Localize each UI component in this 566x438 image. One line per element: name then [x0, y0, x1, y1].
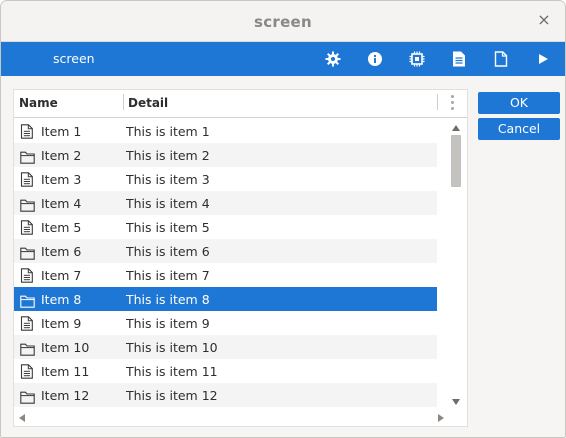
list-item[interactable]: Item 10 This is item 10	[14, 335, 437, 359]
gear-icon	[325, 51, 341, 67]
scrollbar-thumb[interactable]	[451, 135, 461, 187]
item-name: Item 4	[41, 196, 82, 211]
item-name: Item 7	[41, 268, 82, 283]
column-menu-icon[interactable]	[451, 95, 455, 111]
settings-button[interactable]	[323, 49, 343, 69]
scroll-down-icon[interactable]	[452, 399, 460, 405]
item-name: Item 10	[41, 340, 90, 355]
file-icon	[494, 51, 508, 67]
toolbar: screen	[1, 42, 565, 76]
item-name: Item 9	[41, 316, 82, 331]
list-item[interactable]: Item 6 This is item 6	[14, 239, 437, 263]
item-detail: This is item 12	[126, 388, 218, 403]
document-icon	[20, 172, 34, 187]
list-item[interactable]: Item 9 This is item 9	[14, 311, 437, 335]
scroll-right-icon[interactable]	[438, 414, 444, 422]
item-name: Item 5	[41, 220, 82, 235]
item-name: Item 6	[41, 244, 82, 259]
title-bar: screen ×	[1, 1, 565, 42]
close-icon[interactable]: ×	[535, 11, 553, 29]
document-icon	[20, 220, 34, 235]
chip-icon	[409, 51, 425, 67]
list-item[interactable]: Item 11 This is item 11	[14, 359, 437, 383]
toolbar-title: screen	[53, 51, 95, 66]
item-name: Item 11	[41, 364, 90, 379]
item-detail: This is item 1	[126, 124, 210, 139]
play-icon	[539, 54, 548, 64]
item-detail: This is item 8	[126, 292, 210, 307]
list-item[interactable]: Item 7 This is item 7	[14, 263, 437, 287]
item-detail: This is item 6	[126, 244, 210, 259]
item-detail: This is item 9	[126, 316, 210, 331]
folder-icon	[20, 341, 35, 356]
folder-icon	[20, 389, 35, 404]
dialog-window: screen × screen Name Detail Item 1 This …	[0, 0, 566, 438]
item-detail: This is item 2	[126, 148, 210, 163]
window-title: screen	[253, 13, 313, 31]
item-name: Item 12	[41, 388, 90, 403]
list-item[interactable]: Item 8 This is item 8	[14, 287, 437, 311]
item-list: Name Detail Item 1 This is item 1 Item 2 Th…	[13, 89, 468, 427]
folder-icon	[20, 149, 35, 164]
scroll-up-icon[interactable]	[452, 125, 460, 131]
folder-icon	[20, 197, 35, 212]
item-name: Item 1	[41, 124, 82, 139]
list-item[interactable]: Item 12 This is item 12	[14, 383, 437, 407]
list-rows: Item 1 This is item 1 Item 2 This is item 2…	[14, 119, 437, 407]
vertical-scrollbar[interactable]	[449, 119, 463, 409]
item-detail: This is item 5	[126, 220, 210, 235]
document-icon	[453, 51, 465, 67]
chip-button[interactable]	[407, 49, 427, 69]
item-detail: This is item 10	[126, 340, 218, 355]
folder-icon	[20, 245, 35, 260]
list-item[interactable]: Item 2 This is item 2	[14, 143, 437, 167]
new-file-button[interactable]	[491, 49, 511, 69]
item-name: Item 8	[41, 292, 82, 307]
item-detail: This is item 3	[126, 172, 210, 187]
ok-button[interactable]: OK	[478, 92, 560, 114]
column-separator[interactable]	[123, 94, 124, 110]
scroll-left-icon[interactable]	[19, 414, 25, 422]
item-detail: This is item 11	[126, 364, 218, 379]
run-button[interactable]	[533, 49, 553, 69]
horizontal-scrollbar[interactable]	[14, 409, 449, 425]
column-header-detail[interactable]: Detail	[128, 96, 168, 110]
folder-icon	[20, 293, 35, 308]
document-icon	[20, 268, 34, 283]
item-detail: This is item 7	[126, 268, 210, 283]
document-icon	[20, 316, 34, 331]
document-icon	[20, 364, 34, 379]
column-separator[interactable]	[437, 94, 438, 110]
list-item[interactable]: Item 3 This is item 3	[14, 167, 437, 191]
item-detail: This is item 4	[126, 196, 210, 211]
list-header: Name Detail	[14, 90, 467, 118]
item-name: Item 2	[41, 148, 82, 163]
list-item[interactable]: Item 1 This is item 1	[14, 119, 437, 143]
info-icon	[368, 52, 382, 66]
cancel-button[interactable]: Cancel	[478, 118, 560, 140]
document-icon	[20, 124, 34, 139]
column-header-name[interactable]: Name	[19, 96, 58, 110]
list-item[interactable]: Item 5 This is item 5	[14, 215, 437, 239]
list-item[interactable]: Item 4 This is item 4	[14, 191, 437, 215]
document-button[interactable]	[449, 49, 469, 69]
info-button[interactable]	[365, 49, 385, 69]
item-name: Item 3	[41, 172, 82, 187]
